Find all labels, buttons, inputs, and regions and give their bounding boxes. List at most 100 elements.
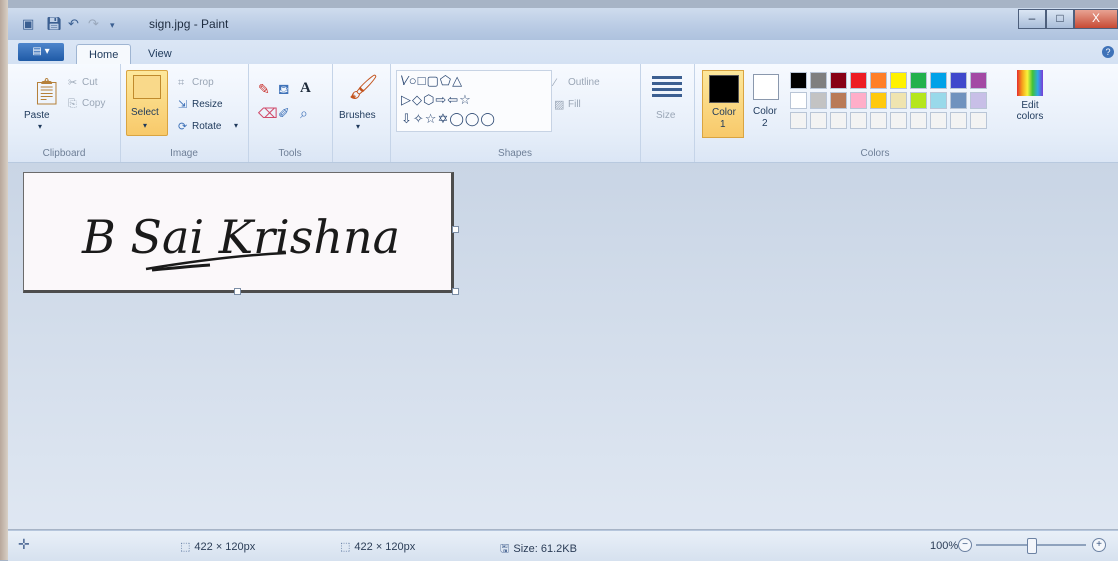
edit-colors-button[interactable]: Edit colors (1012, 70, 1048, 122)
cut-icon: ✂ (68, 77, 78, 89)
outline-button[interactable]: Outline (568, 77, 600, 88)
color1-button[interactable]: Color 1 (702, 70, 744, 138)
rotate-button[interactable]: Rotate (192, 121, 221, 132)
palette-swatch[interactable] (790, 92, 807, 109)
title-bar: ▣ 💾︎ ↶ ↷ ▾ sign.jpg - Paint – □ X (8, 8, 1118, 41)
select-button[interactable]: Select ▾ (126, 70, 168, 136)
brushes-dropdown-icon[interactable]: ▾ (356, 122, 360, 131)
colors-group: Color 1 Color 2 Edit colors Colors (694, 64, 1056, 162)
cursor-size-status: ⬚ 422 × 120px (180, 540, 255, 553)
paint-app-icon[interactable]: ▣ (22, 16, 34, 32)
palette-swatch[interactable] (930, 92, 947, 109)
save-icon[interactable]: 💾︎ (46, 16, 63, 32)
redo-icon[interactable]: ↷ (88, 16, 99, 32)
palette-swatch[interactable] (850, 92, 867, 109)
resize-handle-right[interactable] (452, 226, 459, 233)
color-picker-icon[interactable]: ✐ (278, 106, 290, 120)
rotate-dropdown-icon[interactable]: ▾ (234, 121, 238, 130)
palette-swatch[interactable] (910, 112, 927, 129)
palette-swatch[interactable] (870, 92, 887, 109)
shapes-gallery[interactable]: \∕○□▢⬠△ ▷◇⬡⇨⇦☆ ⇩✧☆✡◯◯◯ (396, 70, 552, 132)
shapes-row-2[interactable]: ▷◇⬡⇨⇦☆ (401, 92, 472, 108)
palette-swatch[interactable] (970, 112, 987, 129)
zoom-slider-thumb[interactable] (1027, 538, 1037, 554)
color-palette (790, 72, 987, 129)
paste-button[interactable]: Paste (24, 110, 50, 121)
clipboard-group: 📋︎ Paste ▾ ✂ Cut ⎘ Copy Clipboard (8, 64, 121, 162)
color2-button[interactable]: Color 2 (750, 70, 782, 136)
zoom-out-button[interactable]: − (958, 538, 972, 552)
palette-swatch[interactable] (850, 112, 867, 129)
ribbon: 📋︎ Paste ▾ ✂ Cut ⎘ Copy Clipboard Select… (8, 64, 1118, 163)
shapes-group: \∕○□▢⬠△ ▷◇⬡⇨⇦☆ ⇩✧☆✡◯◯◯ ⁄ Outline ▨ Fill … (390, 64, 641, 162)
palette-swatch[interactable] (890, 112, 907, 129)
paste-icon[interactable]: 📋︎ (30, 78, 63, 104)
resize-handle-corner[interactable] (452, 288, 459, 295)
palette-swatch[interactable] (790, 72, 807, 89)
palette-swatch[interactable] (950, 72, 967, 89)
color1-swatch (709, 75, 739, 103)
palette-swatch[interactable] (810, 92, 827, 109)
cut-button[interactable]: Cut (82, 77, 98, 88)
palette-swatch[interactable] (810, 72, 827, 89)
palette-swatch[interactable] (810, 112, 827, 129)
crop-icon: ⌗ (178, 77, 185, 89)
brushes-group: 🖌︎ Brushes ▾ (332, 64, 391, 162)
resize-handle-bottom[interactable] (234, 288, 241, 295)
undo-icon[interactable]: ↶ (68, 16, 79, 32)
resize-button[interactable]: Resize (192, 99, 223, 110)
shapes-row-1[interactable]: \∕○□▢⬠△ (401, 73, 463, 89)
palette-swatch[interactable] (950, 112, 967, 129)
palette-swatch[interactable] (970, 72, 987, 89)
palette-swatch[interactable] (930, 112, 947, 129)
brush-icon[interactable]: 🖌︎ (348, 76, 378, 100)
minimize-button[interactable]: – (1018, 9, 1046, 29)
help-icon[interactable]: ? (1102, 46, 1114, 58)
close-button[interactable]: X (1074, 9, 1118, 29)
palette-swatch[interactable] (870, 112, 887, 129)
fill-icon: ▨ (554, 99, 565, 111)
color2-number: 2 (762, 118, 768, 129)
palette-swatch[interactable] (830, 92, 847, 109)
paint-menu-button[interactable]: ▤ ▾ (18, 43, 64, 61)
cursor-position-icon: ✛ (18, 536, 30, 552)
palette-swatch[interactable] (890, 72, 907, 89)
color1-label: Color (712, 107, 736, 118)
palette-swatch[interactable] (890, 92, 907, 109)
status-bar: ✛ ⬚ 422 × 120px ⬚ 422 × 120px 🖫︎ Size: 61.2… (8, 530, 1118, 561)
palette-swatch[interactable] (970, 92, 987, 109)
shapes-row-3[interactable]: ⇩✧☆✡◯◯◯ (401, 111, 496, 127)
magnifier-icon[interactable]: ⌕ (300, 106, 308, 120)
window-title: sign.jpg - Paint (149, 17, 229, 31)
size-button[interactable]: Size (656, 110, 675, 121)
brushes-button[interactable]: Brushes (339, 110, 376, 121)
palette-swatch[interactable] (910, 92, 927, 109)
fill-bucket-icon[interactable]: ⛾ (278, 82, 289, 96)
palette-swatch[interactable] (910, 72, 927, 89)
customize-icon[interactable]: ▾ (110, 20, 115, 31)
palette-swatch[interactable] (830, 112, 847, 129)
copy-button[interactable]: Copy (82, 98, 105, 109)
palette-swatch[interactable] (870, 72, 887, 89)
zoom-level: 100% (930, 540, 959, 552)
size-icon[interactable] (652, 76, 682, 100)
image-size-text: 422 × 120px (354, 541, 416, 553)
image-canvas[interactable]: B Sai Krishna (23, 172, 454, 293)
palette-swatch[interactable] (950, 92, 967, 109)
maximize-button[interactable]: □ (1046, 9, 1074, 29)
palette-swatch[interactable] (850, 72, 867, 89)
zoom-in-button[interactable]: + (1092, 538, 1106, 552)
tab-home[interactable]: Home (76, 44, 132, 65)
eraser-icon[interactable]: ⌫ (258, 106, 278, 120)
fill-button[interactable]: Fill (568, 99, 581, 110)
palette-swatch[interactable] (830, 72, 847, 89)
paste-dropdown-icon[interactable]: ▾ (38, 122, 42, 131)
pencil-icon[interactable]: ✎ (258, 82, 270, 96)
crop-button[interactable]: Crop (192, 77, 214, 88)
file-size-status: 🖫︎ Size: 61.2KB (500, 540, 577, 559)
text-tool-icon[interactable]: A (300, 81, 311, 96)
palette-swatch[interactable] (930, 72, 947, 89)
palette-swatch[interactable] (790, 112, 807, 129)
zoom-slider[interactable] (976, 538, 1086, 554)
tab-view[interactable]: View (136, 44, 184, 64)
